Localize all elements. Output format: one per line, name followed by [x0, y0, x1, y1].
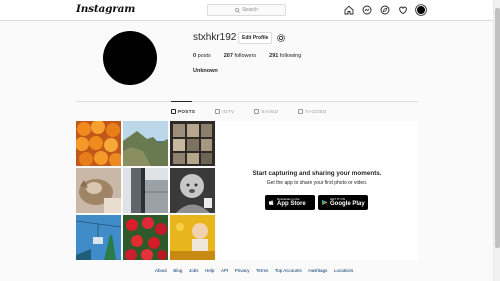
profile-avatar-icon[interactable] [416, 5, 426, 15]
cable-car-photo[interactable] [76, 215, 121, 260]
search-input[interactable]: Search [207, 4, 286, 16]
google-play-big-text: Google Play [330, 201, 365, 207]
profile-full-name: Unknown [193, 68, 218, 74]
footer-link-help[interactable]: Help [205, 268, 214, 273]
tab-saved[interactable]: SAVED [254, 109, 278, 114]
tab-saved-label: SAVED [261, 109, 279, 114]
tab-igtv-label: IGTV [222, 109, 235, 114]
posts-label: posts [197, 53, 211, 59]
instagram-logo[interactable]: Instagram [76, 3, 135, 15]
igtv-icon [215, 109, 221, 114]
search-placeholder: Search [242, 7, 258, 13]
posts-stat: 0 posts [193, 53, 211, 59]
search-icon [235, 7, 240, 13]
followers-label: followers [234, 53, 257, 59]
bookmark-icon [254, 109, 260, 114]
cat-photo[interactable] [76, 168, 121, 213]
edit-profile-button[interactable]: Edit Profile [238, 32, 273, 44]
profile-stats: 0 posts 207 followers 291 following [193, 53, 301, 59]
footer-link-top-accounts[interactable]: Top Accounts [275, 268, 302, 273]
following-stat[interactable]: 291 following [269, 53, 301, 59]
footer-links: About Blog Jobs Help API Privacy Terms T… [155, 268, 353, 273]
baby-photo[interactable] [170, 168, 215, 213]
footer-link-blog[interactable]: Blog [173, 268, 182, 273]
messenger-icon[interactable] [362, 5, 372, 15]
child-yellow-photo[interactable] [170, 215, 215, 260]
following-label: following [279, 53, 302, 59]
footer-link-locations[interactable]: Locations [334, 268, 353, 273]
profile-tabs: POSTS IGTV SAVED TAGGED [171, 109, 326, 114]
gear-icon[interactable] [276, 33, 286, 43]
google-play-button[interactable]: GET IT ON Google Play [318, 195, 368, 210]
footer-link-hashtags[interactable]: Hashtags [308, 268, 327, 273]
apple-icon [268, 199, 274, 206]
tabs-divider [76, 101, 418, 102]
profile-username: stxhkr192 [193, 32, 237, 43]
tab-tagged[interactable]: TAGGED [298, 109, 326, 114]
following-count: 291 [269, 53, 279, 59]
heart-icon[interactable] [398, 5, 408, 15]
flowers-photo[interactable] [123, 215, 168, 260]
followers-stat[interactable]: 207 followers [224, 53, 256, 59]
active-tab-indicator [171, 101, 192, 102]
photo-grid [76, 121, 215, 260]
google-play-icon [322, 199, 328, 206]
posts-count: 0 [193, 53, 197, 59]
building-photo[interactable] [123, 168, 168, 213]
tab-igtv[interactable]: IGTV [215, 109, 234, 114]
app-store-big-text: App Store [277, 201, 306, 207]
followers-count: 207 [223, 53, 233, 59]
explore-icon[interactable] [380, 5, 390, 15]
tag-icon [298, 109, 304, 114]
footer-link-api[interactable]: API [221, 268, 228, 273]
scrollbar[interactable] [493, 0, 500, 281]
promo-title: Start capturing and sharing your moments… [252, 170, 382, 177]
scrollbar-thumb[interactable] [495, 8, 500, 248]
promo-subtitle: Get the app to share your first photo or… [266, 180, 368, 186]
app-promo-panel: Start capturing and sharing your moments… [216, 121, 418, 260]
grid-icon [171, 109, 176, 114]
app-store-text: Download on the App Store [277, 197, 306, 208]
tab-posts[interactable]: POSTS [171, 109, 195, 114]
top-navigation-bar: Instagram Search [0, 0, 493, 21]
app-store-button[interactable]: Download on the App Store [265, 195, 315, 210]
footer-link-terms[interactable]: Terms [256, 268, 268, 273]
home-icon[interactable] [344, 5, 354, 15]
footer-link-about[interactable]: About [155, 268, 167, 273]
coast-photo[interactable] [123, 121, 168, 166]
oranges-photo[interactable] [76, 121, 121, 166]
tab-posts-label: POSTS [178, 109, 196, 114]
footer-link-privacy[interactable]: Privacy [235, 268, 250, 273]
profile-avatar[interactable] [103, 31, 157, 85]
photobooth-photo[interactable] [170, 121, 215, 166]
footer-link-jobs[interactable]: Jobs [189, 268, 199, 273]
google-play-text: GET IT ON Google Play [330, 197, 365, 208]
tab-tagged-label: TAGGED [305, 109, 327, 114]
